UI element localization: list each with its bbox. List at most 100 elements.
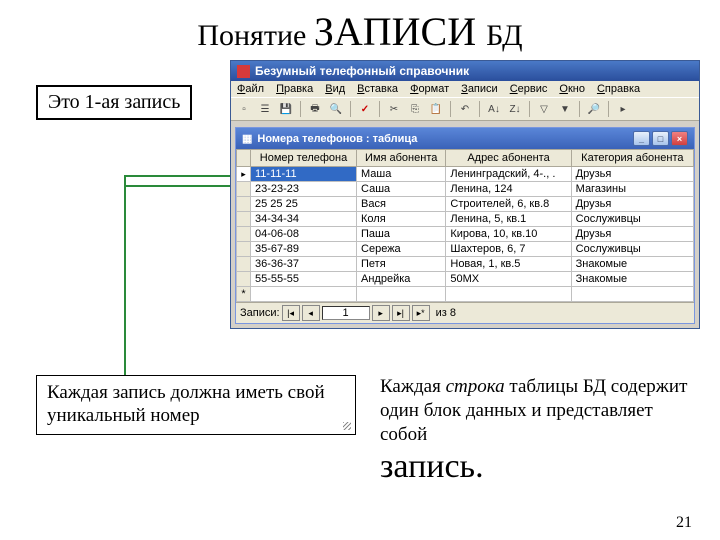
table-cell[interactable]: Кирова, 10, кв.10 xyxy=(446,227,571,242)
table-cell[interactable]: Сослуживцы xyxy=(571,242,693,257)
table-cell[interactable]: Ленина, 124 xyxy=(446,182,571,197)
table-cell[interactable]: Новая, 1, кв.5 xyxy=(446,257,571,272)
row-selector[interactable] xyxy=(237,257,251,272)
minimize-button[interactable]: _ xyxy=(633,131,650,146)
table-cell[interactable]: 55-55-55 xyxy=(251,272,357,287)
table-cell[interactable] xyxy=(251,287,357,302)
row-selector[interactable] xyxy=(237,272,251,287)
table-cell[interactable]: Знакомые xyxy=(571,257,693,272)
row-selector[interactable] xyxy=(237,212,251,227)
menu-item[interactable]: Сервис xyxy=(510,83,548,95)
filter-icon[interactable]: ▽ xyxy=(535,100,553,118)
sort-desc-icon[interactable]: Z↓ xyxy=(506,100,524,118)
table-row[interactable]: 35-67-89СережаШахтеров, 6, 7Сослуживцы xyxy=(237,242,694,257)
nav-next-button[interactable]: ▸ xyxy=(372,305,390,321)
paste-icon[interactable]: 📋 xyxy=(427,100,445,118)
column-header[interactable]: Категория абонента xyxy=(571,150,693,167)
table-cell[interactable]: Шахтеров, 6, 7 xyxy=(446,242,571,257)
more-icon[interactable]: ▸ xyxy=(614,100,632,118)
child-titlebar[interactable]: ▦ Номера телефонов : таблица _ □ × xyxy=(236,128,694,149)
table-cell[interactable]: Знакомые xyxy=(571,272,693,287)
column-header[interactable]: Адрес абонента xyxy=(446,150,571,167)
table-cell[interactable]: 23-23-23 xyxy=(251,182,357,197)
menu-item[interactable]: Справка xyxy=(597,83,640,95)
table-cell[interactable]: Друзья xyxy=(571,197,693,212)
new-record-row[interactable] xyxy=(237,287,694,302)
nav-first-button[interactable]: |◂ xyxy=(282,305,300,321)
nav-last-button[interactable]: ▸| xyxy=(392,305,410,321)
column-header[interactable]: Номер телефона xyxy=(251,150,357,167)
table-cell[interactable]: Маша xyxy=(357,167,446,182)
app-titlebar[interactable]: Безумный телефонный справочник xyxy=(231,61,699,81)
table-cell[interactable]: 04-06-08 xyxy=(251,227,357,242)
table-cell[interactable]: 34-34-34 xyxy=(251,212,357,227)
maximize-button[interactable]: □ xyxy=(652,131,669,146)
table-cell[interactable] xyxy=(571,287,693,302)
menu-item[interactable]: Вставка xyxy=(357,83,398,95)
connector-line xyxy=(124,175,126,375)
table-cell[interactable]: Петя xyxy=(357,257,446,272)
menu-item[interactable]: Записи xyxy=(461,83,498,95)
table-row[interactable]: 04-06-08ПашаКирова, 10, кв.10Друзья xyxy=(237,227,694,242)
menu-item[interactable]: Правка xyxy=(276,83,313,95)
row-selector[interactable] xyxy=(237,182,251,197)
table-cell[interactable]: Строителей, 6, кв.8 xyxy=(446,197,571,212)
table-cell[interactable]: Ленина, 5, кв.1 xyxy=(446,212,571,227)
table-row[interactable]: 11-11-11МашаЛенинградский, 4-., .Друзья xyxy=(237,167,694,182)
table-cell[interactable]: Сережа xyxy=(357,242,446,257)
table-cell[interactable]: Магазины xyxy=(571,182,693,197)
row-selector[interactable] xyxy=(237,287,251,302)
print-icon[interactable]: 🖶 xyxy=(306,100,324,118)
table-cell[interactable]: 36-36-37 xyxy=(251,257,357,272)
table-cell[interactable]: Друзья xyxy=(571,167,693,182)
table-cell[interactable]: 25 25 25 xyxy=(251,197,357,212)
table-cell[interactable]: Друзья xyxy=(571,227,693,242)
save-icon[interactable]: 💾 xyxy=(277,100,295,118)
table-row[interactable]: 55-55-55Андрейка50MXЗнакомые xyxy=(237,272,694,287)
close-button[interactable]: × xyxy=(671,131,688,146)
table-cell[interactable]: 50MX xyxy=(446,272,571,287)
row-selector[interactable] xyxy=(237,242,251,257)
row-selector[interactable] xyxy=(237,197,251,212)
table-row[interactable]: 34-34-34КоляЛенина, 5, кв.1Сослуживцы xyxy=(237,212,694,227)
copy-icon[interactable]: ⎘ xyxy=(406,100,424,118)
undo-icon[interactable]: ↶ xyxy=(456,100,474,118)
row-selector-header[interactable] xyxy=(237,150,251,167)
menu-item[interactable]: Файл xyxy=(237,83,264,95)
nav-record-input[interactable]: 1 xyxy=(322,306,370,320)
nav-new-button[interactable]: ▸* xyxy=(412,305,430,321)
column-header[interactable]: Имя абонента xyxy=(357,150,446,167)
table-cell[interactable] xyxy=(357,287,446,302)
nav-prev-button[interactable]: ◂ xyxy=(302,305,320,321)
table-cell[interactable]: Коля xyxy=(357,212,446,227)
table-row[interactable]: 25 25 25ВасяСтроителей, 6, кв.8Друзья xyxy=(237,197,694,212)
menu-item[interactable]: Окно xyxy=(559,83,585,95)
table-cell[interactable]: Андрейка xyxy=(357,272,446,287)
menu-item[interactable]: Вид xyxy=(325,83,345,95)
table-cell[interactable]: 35-67-89 xyxy=(251,242,357,257)
new-icon[interactable]: ▫ xyxy=(235,100,253,118)
open-icon[interactable]: ☰ xyxy=(256,100,274,118)
menu-item[interactable]: Формат xyxy=(410,83,449,95)
find-icon[interactable]: 🔎 xyxy=(585,100,603,118)
table-cell[interactable]: Паша xyxy=(357,227,446,242)
table-cell[interactable]: Ленинградский, 4-., . xyxy=(446,167,571,182)
row-selector[interactable] xyxy=(237,167,251,182)
cut-icon[interactable]: ✂ xyxy=(385,100,403,118)
preview-icon[interactable]: 🔍 xyxy=(327,100,345,118)
table-cell[interactable] xyxy=(446,287,571,302)
title-suffix: БД xyxy=(486,19,523,52)
separator xyxy=(379,101,380,117)
row-selector[interactable] xyxy=(237,227,251,242)
data-table[interactable]: Номер телефонаИмя абонентаАдрес абонента… xyxy=(236,149,694,302)
table-cell[interactable]: Саша xyxy=(357,182,446,197)
table-row[interactable]: 23-23-23СашаЛенина, 124Магазины xyxy=(237,182,694,197)
filter2-icon[interactable]: ▼ xyxy=(556,100,574,118)
table-cell[interactable]: 11-11-11 xyxy=(251,167,357,182)
toolbar: ▫ ☰ 💾 🖶 🔍 ✓ ✂ ⎘ 📋 ↶ A↓ Z↓ ▽ ▼ 🔎 ▸ xyxy=(231,97,699,121)
sort-asc-icon[interactable]: A↓ xyxy=(485,100,503,118)
table-row[interactable]: 36-36-37ПетяНовая, 1, кв.5Знакомые xyxy=(237,257,694,272)
table-cell[interactable]: Сослуживцы xyxy=(571,212,693,227)
table-cell[interactable]: Вася xyxy=(357,197,446,212)
spell-icon[interactable]: ✓ xyxy=(356,100,374,118)
